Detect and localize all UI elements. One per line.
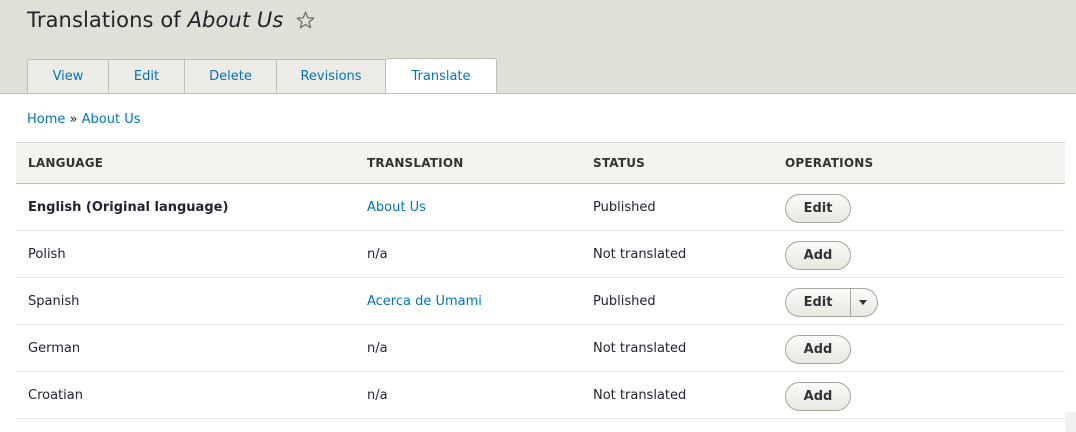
star-icon[interactable] [296, 10, 315, 34]
row-status: Not translated [581, 230, 773, 278]
column-header-language: LANGUAGE [16, 142, 355, 184]
breadcrumb-home-link[interactable]: Home [27, 112, 65, 127]
edit-button[interactable]: Edit [786, 288, 851, 316]
row-translation: n/a [355, 324, 581, 372]
primary-tabs: View Edit Delete Revisions Translate [27, 58, 497, 94]
row-language: German [16, 324, 355, 372]
row-translation: n/a [355, 371, 581, 419]
table-row: English (Original language) About Us Pub… [16, 183, 1065, 231]
add-button[interactable]: Add [785, 240, 851, 270]
table-row: German n/a Not translated Add [16, 324, 1065, 372]
table-row: Spanish Acerca de Umami Published Edit [16, 277, 1065, 325]
column-header-status: STATUS [581, 142, 773, 184]
table-row: Croatian n/a Not translated Add [16, 371, 1065, 419]
column-header-operations: OPERATIONS [773, 142, 1065, 184]
tab-edit[interactable]: Edit [108, 59, 185, 93]
row-language: Polish [16, 230, 355, 278]
tab-view[interactable]: View [27, 59, 109, 93]
translations-table-wrapper: LANGUAGE TRANSLATION STATUS OPERATIONS E… [16, 142, 1065, 419]
page-title: Translations of About Us [27, 8, 315, 34]
row-language: Spanish [16, 277, 355, 325]
tab-delete[interactable]: Delete [184, 59, 277, 93]
table-row: Polish n/a Not translated Add [16, 230, 1065, 278]
breadcrumb-separator: » [69, 112, 78, 127]
row-status: Published [581, 183, 773, 231]
edit-button[interactable]: Edit [785, 193, 851, 223]
row-language: English (Original language) [16, 183, 355, 231]
add-button[interactable]: Add [785, 381, 851, 411]
dropbutton-toggle[interactable] [851, 289, 877, 316]
tab-revisions[interactable]: Revisions [276, 59, 386, 93]
table-header-row: LANGUAGE TRANSLATION STATUS OPERATIONS [16, 142, 1065, 184]
translation-link[interactable]: About Us [367, 200, 426, 215]
row-status: Not translated [581, 324, 773, 372]
column-header-translation: TRANSLATION [355, 142, 581, 184]
page-title-node: About Us [187, 8, 284, 32]
edit-dropbutton: Edit [785, 287, 878, 317]
caret-down-icon [859, 299, 867, 305]
tab-translate[interactable]: Translate [385, 58, 497, 93]
add-button[interactable]: Add [785, 334, 851, 364]
page-title-prefix: Translations of [27, 8, 188, 32]
row-language: Croatian [16, 371, 355, 419]
translation-link[interactable]: Acerca de Umami [367, 294, 482, 309]
row-status: Published [581, 277, 773, 325]
page-header: Translations of About Us View Edit Delet… [0, 0, 1076, 94]
breadcrumb: Home » About Us [27, 112, 141, 127]
row-status: Not translated [581, 371, 773, 419]
translations-table: LANGUAGE TRANSLATION STATUS OPERATIONS E… [16, 142, 1065, 419]
scrollbar-corner [1065, 412, 1076, 432]
breadcrumb-current-link[interactable]: About Us [82, 112, 141, 127]
row-translation: n/a [355, 230, 581, 278]
